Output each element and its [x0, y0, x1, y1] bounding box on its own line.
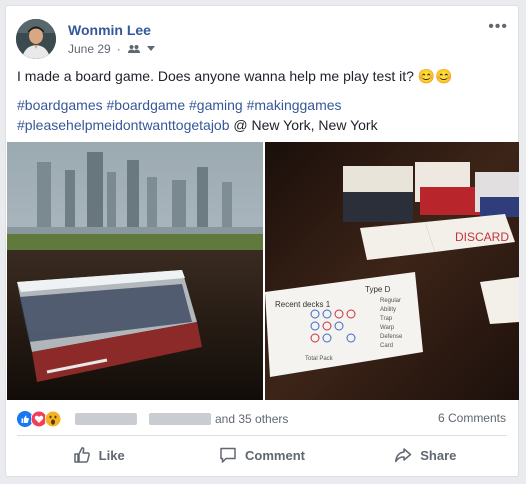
sheet-row: Defense: [380, 334, 403, 340]
comment-button[interactable]: Comment: [180, 436, 343, 474]
post-card: Wonmin Lee June 29 · ••• I made a board …: [5, 5, 519, 477]
post-hashtags: #boardgames #boardgame #gaming #makingga…: [17, 95, 507, 135]
reactions-summary[interactable]: and 35 others: [17, 410, 288, 428]
post-text: I made a board game. Does anyone wanna h…: [17, 68, 453, 84]
post-date[interactable]: June 29: [68, 42, 111, 56]
photo-card-text: DISCARD: [455, 230, 509, 244]
friends-icon[interactable]: [127, 44, 141, 54]
redacted-name: [75, 413, 137, 425]
at-symbol: @: [233, 117, 248, 133]
comment-icon: [220, 447, 236, 463]
reactions-others[interactable]: and 35 others: [215, 412, 288, 426]
separator-dot: ·: [116, 42, 121, 56]
sheet-row: Warp: [380, 325, 395, 331]
redacted-name: [149, 413, 211, 425]
like-button[interactable]: Like: [17, 436, 180, 474]
chevron-down-icon[interactable]: [146, 46, 155, 52]
hashtags-line-1[interactable]: #boardgames #boardgame #gaming #makingga…: [17, 95, 507, 115]
photo-right[interactable]: DISCARD Recent decks 1 Type D Regular Ab…: [265, 142, 519, 400]
sheet-footer: Total Pack: [305, 356, 334, 362]
sheet-row: Trap: [380, 316, 393, 322]
location-link[interactable]: New York, New York: [252, 117, 378, 133]
sheet-row: Ability: [380, 307, 396, 313]
photo-grid: DISCARD Recent decks 1 Type D Regular Ab…: [7, 142, 519, 400]
like-label: Like: [98, 447, 125, 463]
sheet-row: Regular: [380, 298, 401, 304]
share-button[interactable]: Share: [344, 436, 507, 474]
sheet-row: Card: [380, 343, 393, 349]
comments-count[interactable]: 6 Comments: [438, 411, 506, 425]
share-icon: [395, 448, 412, 463]
wow-icon: [45, 411, 61, 427]
avatar-image: [16, 19, 56, 59]
share-label: Share: [420, 447, 457, 463]
comment-label: Comment: [245, 447, 305, 463]
author-name[interactable]: Wonmin Lee: [68, 22, 151, 38]
hashtags-line-2[interactable]: #pleasehelpmeidontwanttogetajob: [17, 117, 230, 133]
photo-left[interactable]: [7, 142, 263, 400]
avatar[interactable]: [16, 19, 56, 59]
post-meta: June 29 ·: [68, 42, 155, 56]
more-options-button[interactable]: •••: [488, 18, 508, 36]
thumbs-up-icon: [73, 447, 90, 463]
photo-left-image: [7, 142, 263, 400]
sheet-header-type: Type D: [365, 285, 391, 294]
sheet-header: Recent decks 1: [275, 300, 331, 309]
action-bar: Like Comment Share: [17, 435, 507, 474]
photo-right-image: DISCARD Recent decks 1 Type D Regular Ab…: [265, 142, 519, 400]
